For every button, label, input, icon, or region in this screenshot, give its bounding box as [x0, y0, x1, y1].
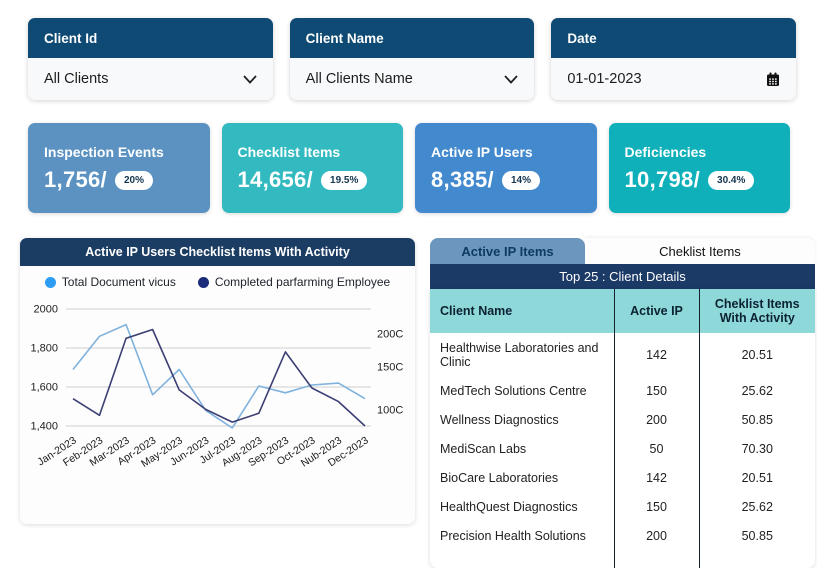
- cell-checklist: 50.85: [699, 405, 815, 434]
- calendar-icon[interactable]: [766, 72, 780, 87]
- cell-checklist: 20.51: [699, 463, 815, 492]
- col-header-client-name: Client Name: [430, 289, 614, 333]
- kpi-label: Active IP Users: [431, 144, 581, 160]
- svg-text:200C: 200C: [377, 329, 403, 341]
- table-row[interactable]: Healthwise Laboratories and Clinic14220.…: [430, 333, 815, 376]
- svg-text:1,800: 1,800: [30, 343, 58, 355]
- chart-legend: Total Document vicus Completed parfarmin…: [20, 266, 415, 291]
- kpi-value: 10,798/: [625, 167, 701, 193]
- kpi-value: 14,656/: [238, 167, 314, 193]
- client-id-value: All Clients: [44, 71, 108, 87]
- kpi-label: Checklist Items: [238, 144, 388, 160]
- cell-client: MediScan Labs: [430, 434, 614, 463]
- client-name-value: All Clients Name: [306, 71, 413, 87]
- date-picker[interactable]: 01-01-2023: [551, 58, 796, 100]
- svg-text:1,400: 1,400: [30, 421, 58, 433]
- kpi-checklist-items: Checklist Items 14,656/ 19.5%: [222, 123, 404, 213]
- main-row: Active IP Users Checklist Items With Act…: [20, 238, 815, 568]
- cell-active_ip: 142: [614, 333, 699, 376]
- client-table-wrap: Client Name Active IP Cheklist Items Wit…: [430, 289, 815, 568]
- legend-item-total-document[interactable]: Total Document vicus: [45, 275, 176, 289]
- kpi-active-ip-users: Active IP Users 8,385/ 14%: [415, 123, 597, 213]
- cell-client: Wellness Diagnostics: [430, 405, 614, 434]
- table-row[interactable]: MediScan Labs5070.30: [430, 434, 815, 463]
- cell-checklist: 70.30: [699, 434, 815, 463]
- kpi-percent-badge: 14%: [502, 171, 540, 190]
- chart-title: Active IP Users Checklist Items With Act…: [20, 238, 415, 266]
- tab-cheklist-items[interactable]: Cheklist Items: [585, 238, 815, 264]
- table-row[interactable]: MedTech Solutions Centre15025.62: [430, 376, 815, 405]
- legend-label: Total Document vicus: [62, 275, 176, 289]
- cell-active_ip: 200: [614, 521, 699, 550]
- client-id-dropdown[interactable]: All Clients: [28, 58, 273, 100]
- kpi-label: Inspection Events: [44, 144, 194, 160]
- svg-text:2000: 2000: [34, 304, 58, 316]
- kpi-percent-badge: 19.5%: [321, 171, 367, 190]
- date-value: 01-01-2023: [567, 71, 641, 87]
- cell-checklist: 50.85: [699, 521, 815, 550]
- cell-checklist: 25.62: [699, 492, 815, 521]
- table-title: Top 25 : Client Details: [430, 264, 815, 289]
- kpi-label: Deficiencies: [625, 144, 775, 160]
- kpi-deficiencies: Deficiencies 10,798/ 30.4%: [609, 123, 791, 213]
- table-row[interactable]: Wellness Diagnostics20050.85: [430, 405, 815, 434]
- cell-client: MedTech Solutions Centre: [430, 376, 614, 405]
- client-name-dropdown[interactable]: All Clients Name: [290, 58, 535, 100]
- kpi-percent-badge: 20%: [115, 171, 153, 190]
- kpi-value: 8,385/: [431, 167, 494, 193]
- tab-active-ip-items[interactable]: Active IP Items: [430, 238, 585, 264]
- legend-dot-icon: [45, 277, 56, 288]
- table-spacer-row: [430, 550, 815, 568]
- svg-text:150C: 150C: [377, 361, 403, 373]
- table-row[interactable]: HealthQuest Diagnostics15025.62: [430, 492, 815, 521]
- cell-client: Precision Health Solutions: [430, 521, 614, 550]
- legend-dot-icon: [198, 277, 209, 288]
- cell-active_ip: 142: [614, 463, 699, 492]
- svg-text:1,600: 1,600: [30, 382, 58, 394]
- cell-checklist: 25.62: [699, 376, 815, 405]
- kpi-percent-badge: 30.4%: [708, 171, 754, 190]
- col-header-active-ip: Active IP: [614, 289, 699, 333]
- cell-active_ip: 150: [614, 376, 699, 405]
- filter-client-id: Client Id All Clients: [28, 18, 273, 100]
- legend-item-completed[interactable]: Completed parfarming Employee: [198, 275, 390, 289]
- filter-client-id-label: Client Id: [28, 18, 273, 58]
- kpi-row: Inspection Events 1,756/ 20% Checklist I…: [28, 123, 790, 213]
- filter-date: Date 01-01-2023: [551, 18, 796, 100]
- client-details-panel: Active IP Items Cheklist Items Top 25 : …: [430, 238, 815, 568]
- col-header-checklist-activity: Cheklist Items With Activity: [699, 289, 815, 333]
- line-chart[interactable]: 20001,8001,6001,400200C150C100CJan-2023F…: [20, 291, 415, 524]
- kpi-inspection-events: Inspection Events 1,756/ 20%: [28, 123, 210, 213]
- cell-client: BioCare Laboratories: [430, 463, 614, 492]
- tabs-row: Active IP Items Cheklist Items: [430, 238, 815, 264]
- filter-client-name-label: Client Name: [290, 18, 535, 58]
- chevron-down-icon: [243, 75, 257, 84]
- chevron-down-icon: [504, 75, 518, 84]
- filter-date-label: Date: [551, 18, 796, 58]
- cell-checklist: 20.51: [699, 333, 815, 376]
- chart-panel: Active IP Users Checklist Items With Act…: [20, 238, 415, 524]
- cell-active_ip: 50: [614, 434, 699, 463]
- legend-label: Completed parfarming Employee: [215, 275, 390, 289]
- cell-active_ip: 150: [614, 492, 699, 521]
- table-row[interactable]: BioCare Laboratories14220.51: [430, 463, 815, 492]
- svg-text:100C: 100C: [377, 405, 403, 417]
- filter-client-name: Client Name All Clients Name: [290, 18, 535, 100]
- kpi-value: 1,756/: [44, 167, 107, 193]
- cell-active_ip: 200: [614, 405, 699, 434]
- table-row[interactable]: Precision Health Solutions20050.85: [430, 521, 815, 550]
- cell-client: HealthQuest Diagnostics: [430, 492, 614, 521]
- client-table: Client Name Active IP Cheklist Items Wit…: [430, 289, 815, 568]
- filters-row: Client Id All Clients Client Name All Cl…: [28, 18, 796, 100]
- cell-client: Healthwise Laboratories and Clinic: [430, 333, 614, 376]
